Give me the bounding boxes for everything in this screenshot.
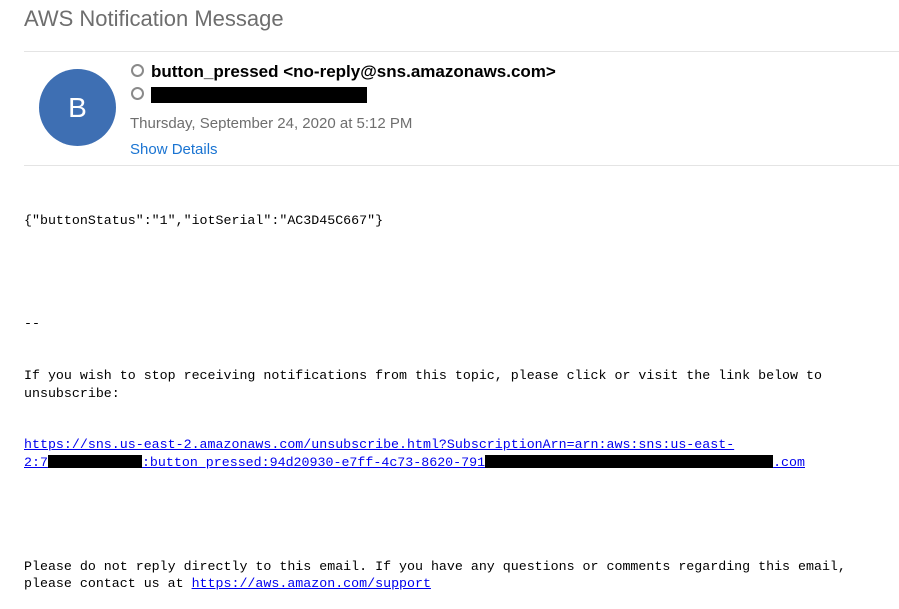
avatar: B — [39, 69, 116, 146]
body-divider — [24, 165, 899, 166]
email-body: {"buttonStatus":"1","iotSerial":"AC3D45C… — [24, 177, 894, 609]
reply-notice: Please do not reply directly to this ema… — [24, 558, 894, 593]
header-divider — [24, 51, 899, 52]
unsubscribe-link: https://sns.us-east-2.amazonaws.com/unsu… — [24, 436, 894, 471]
redaction-subscription-id — [485, 454, 774, 468]
sender-row: button_pressed <no-reply@sns.amazonaws.c… — [131, 62, 556, 82]
unsubscribe-link-part-c[interactable]: .com — [773, 455, 805, 470]
email-subject: AWS Notification Message — [24, 6, 284, 31]
recipient-row — [131, 86, 367, 107]
json-payload: {"buttonStatus":"1","iotSerial":"AC3D45C… — [24, 212, 384, 228]
show-details-link[interactable]: Show Details — [130, 141, 218, 158]
avatar-initial: B — [68, 91, 87, 123]
redaction-account-id — [47, 454, 142, 468]
email-date: Thursday, September 24, 2020 at 5:12 PM — [130, 115, 413, 132]
sender-address[interactable]: button_pressed <no-reply@sns.amazonaws.c… — [151, 62, 556, 81]
support-link[interactable]: https://aws.amazon.com/support — [192, 576, 431, 591]
unsubscribe-link-part-b[interactable]: :button_pressed:94d20930-e7ff-4c73-8620-… — [142, 455, 485, 470]
unsubscribe-link-line1[interactable]: https://sns.us-east-2.amazonaws.com/unsu… — [24, 437, 734, 452]
recipient-status-icon — [131, 87, 144, 101]
signature-separator: -- — [24, 316, 40, 332]
reply-text: Please do not reply directly to this ema… — [24, 558, 854, 591]
unsubscribe-text: If you wish to stop receiving notificati… — [24, 368, 830, 401]
unsubscribe-link-part-a[interactable]: 2:7 — [24, 455, 48, 470]
sender-status-icon — [131, 64, 144, 78]
recipient-redaction — [151, 86, 367, 103]
